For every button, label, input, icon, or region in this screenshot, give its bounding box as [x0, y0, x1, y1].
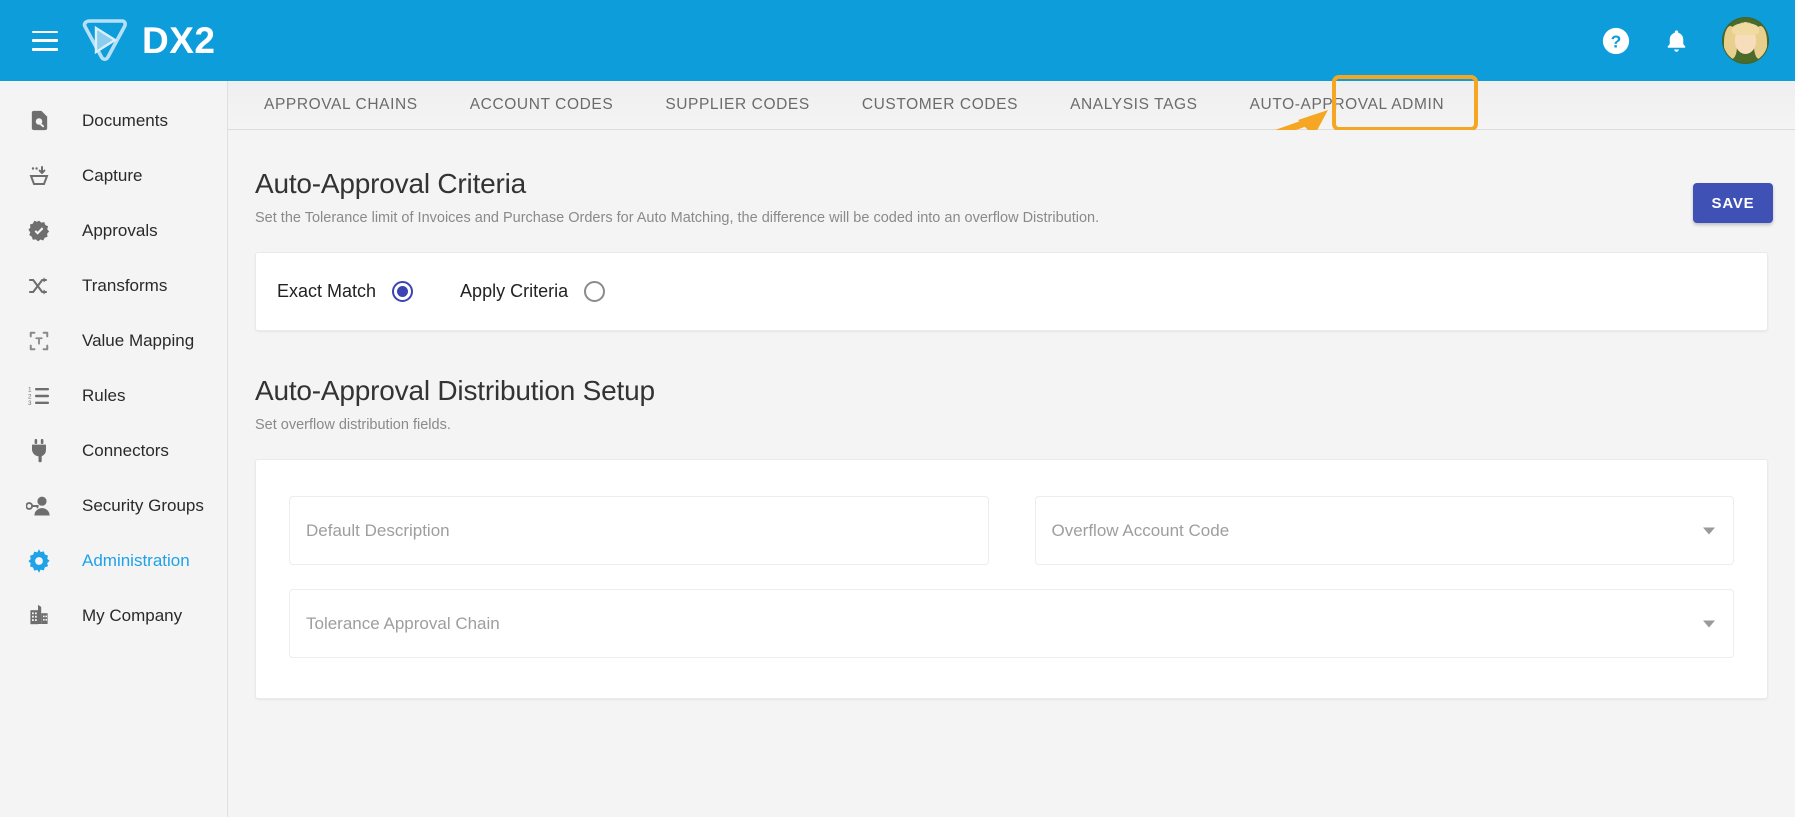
svg-text:3: 3 — [28, 400, 32, 407]
radio-label: Apply Criteria — [460, 281, 569, 301]
sidebar-item-administration[interactable]: Administration — [0, 533, 227, 588]
tab-approval-chains[interactable]: APPROVAL CHAINS — [238, 81, 444, 130]
sidebar-item-label: Connectors — [82, 440, 169, 460]
power-plug-icon — [22, 436, 56, 466]
application-window: DX2 ? Documents Capture Approvals Transf… — [0, 0, 1795, 817]
sidebar-item-connectors[interactable]: Connectors — [0, 423, 227, 478]
sidebar-item-label: Approvals — [82, 220, 158, 240]
sidebar-item-label: Administration — [82, 550, 190, 570]
sidebar-item-transforms[interactable]: Transforms — [0, 258, 227, 313]
match-mode-radio-group: Exact Match Apply Criteria — [277, 281, 606, 302]
capture-inbox-icon — [22, 161, 56, 191]
form-row-1: Default Description Overflow Account Cod… — [289, 496, 1734, 565]
sidebar-item-label: My Company — [82, 605, 183, 625]
shuffle-icon — [22, 271, 56, 301]
main-content: Auto-Approval Criteria Set the Tolerance… — [228, 130, 1795, 817]
brand-logo[interactable]: DX2 — [78, 15, 215, 67]
tab-supplier-codes[interactable]: SUPPLIER CODES — [639, 81, 836, 130]
page-title: Auto-Approval Criteria — [255, 168, 527, 199]
default-description-placeholder: Default Description — [306, 520, 450, 540]
sidebar-item-my-company[interactable]: My Company — [0, 588, 227, 643]
tab-account-codes[interactable]: ACCOUNT CODES — [444, 81, 640, 130]
brand-title: DX2 — [142, 19, 216, 61]
sidebar-item-label: Transforms — [82, 275, 168, 295]
user-avatar[interactable] — [1722, 17, 1769, 64]
tab-navigation: APPROVAL CHAINS ACCOUNT CODES SUPPLIER C… — [228, 81, 1795, 130]
chevron-down-icon — [1703, 527, 1715, 534]
overflow-account-code-placeholder: Overflow Account Code — [1051, 520, 1230, 540]
hamburger-menu-icon[interactable] — [32, 30, 58, 51]
distribution-title: Auto-Approval Distribution Setup — [255, 375, 655, 406]
save-button[interactable]: SAVE — [1693, 183, 1773, 223]
criteria-section-header: Auto-Approval Criteria Set the Tolerance… — [228, 130, 1795, 226]
default-description-input[interactable]: Default Description — [289, 496, 989, 565]
radio-label: Exact Match — [277, 281, 377, 301]
sidebar-item-label: Value Mapping — [82, 330, 195, 350]
distribution-section-header: Auto-Approval Distribution Setup Set ove… — [228, 331, 1795, 433]
sidebar-navigation: Documents Capture Approvals Transforms V… — [0, 81, 228, 817]
sidebar-item-label: Capture — [82, 165, 143, 185]
distribution-subtitle: Set overflow distribution fields. — [255, 417, 451, 433]
sidebar-item-label: Rules — [82, 385, 126, 405]
chevron-down-icon — [1703, 620, 1715, 627]
dx2-logo-icon — [82, 18, 127, 61]
sidebar-item-label: Documents — [82, 110, 168, 130]
check-badge-icon — [22, 216, 56, 246]
tab-auto-approval-admin[interactable]: AUTO-APPROVAL ADMIN — [1224, 81, 1471, 130]
document-search-icon — [22, 106, 56, 136]
radio-option-apply-criteria[interactable]: Apply Criteria — [460, 281, 606, 302]
form-row-2: Tolerance Approval Chain — [289, 589, 1734, 658]
gear-icon — [22, 546, 56, 576]
tab-customer-codes[interactable]: CUSTOMER CODES — [836, 81, 1044, 130]
sidebar-item-rules[interactable]: 1 2 3 Rules — [0, 368, 227, 423]
criteria-options-card: Exact Match Apply Criteria — [255, 252, 1768, 331]
tolerance-approval-chain-select[interactable]: Tolerance Approval Chain — [289, 589, 1734, 658]
bell-icon[interactable] — [1663, 27, 1690, 55]
sidebar-item-security-groups[interactable]: Security Groups — [0, 478, 227, 533]
page-subtitle: Set the Tolerance limit of Invoices and … — [255, 210, 1100, 226]
tolerance-approval-chain-placeholder: Tolerance Approval Chain — [306, 613, 500, 633]
sidebar-item-capture[interactable]: Capture — [0, 148, 227, 203]
collapse-arrows-icon — [22, 326, 56, 356]
tab-analysis-tags[interactable]: ANALYSIS TAGS — [1044, 81, 1224, 130]
radio-option-exact-match[interactable]: Exact Match — [277, 281, 414, 302]
top-header-bar: DX2 ? — [0, 0, 1795, 81]
numbered-list-icon: 1 2 3 — [22, 381, 56, 411]
radio-button-apply-criteria[interactable] — [584, 281, 606, 302]
distribution-form-card: Default Description Overflow Account Cod… — [255, 459, 1768, 699]
sidebar-item-documents[interactable]: Documents — [0, 93, 227, 148]
sidebar-item-label: Security Groups — [82, 495, 204, 515]
building-icon — [22, 601, 56, 631]
svg-text:?: ? — [1611, 31, 1622, 51]
header-actions: ? — [1601, 17, 1769, 64]
sidebar-item-approvals[interactable]: Approvals — [0, 203, 227, 258]
radio-button-exact-match[interactable] — [392, 281, 414, 302]
user-key-icon — [22, 491, 56, 521]
sidebar-item-value-mapping[interactable]: Value Mapping — [0, 313, 227, 368]
help-circle-icon[interactable]: ? — [1601, 26, 1631, 56]
overflow-account-code-select[interactable]: Overflow Account Code — [1034, 496, 1734, 565]
